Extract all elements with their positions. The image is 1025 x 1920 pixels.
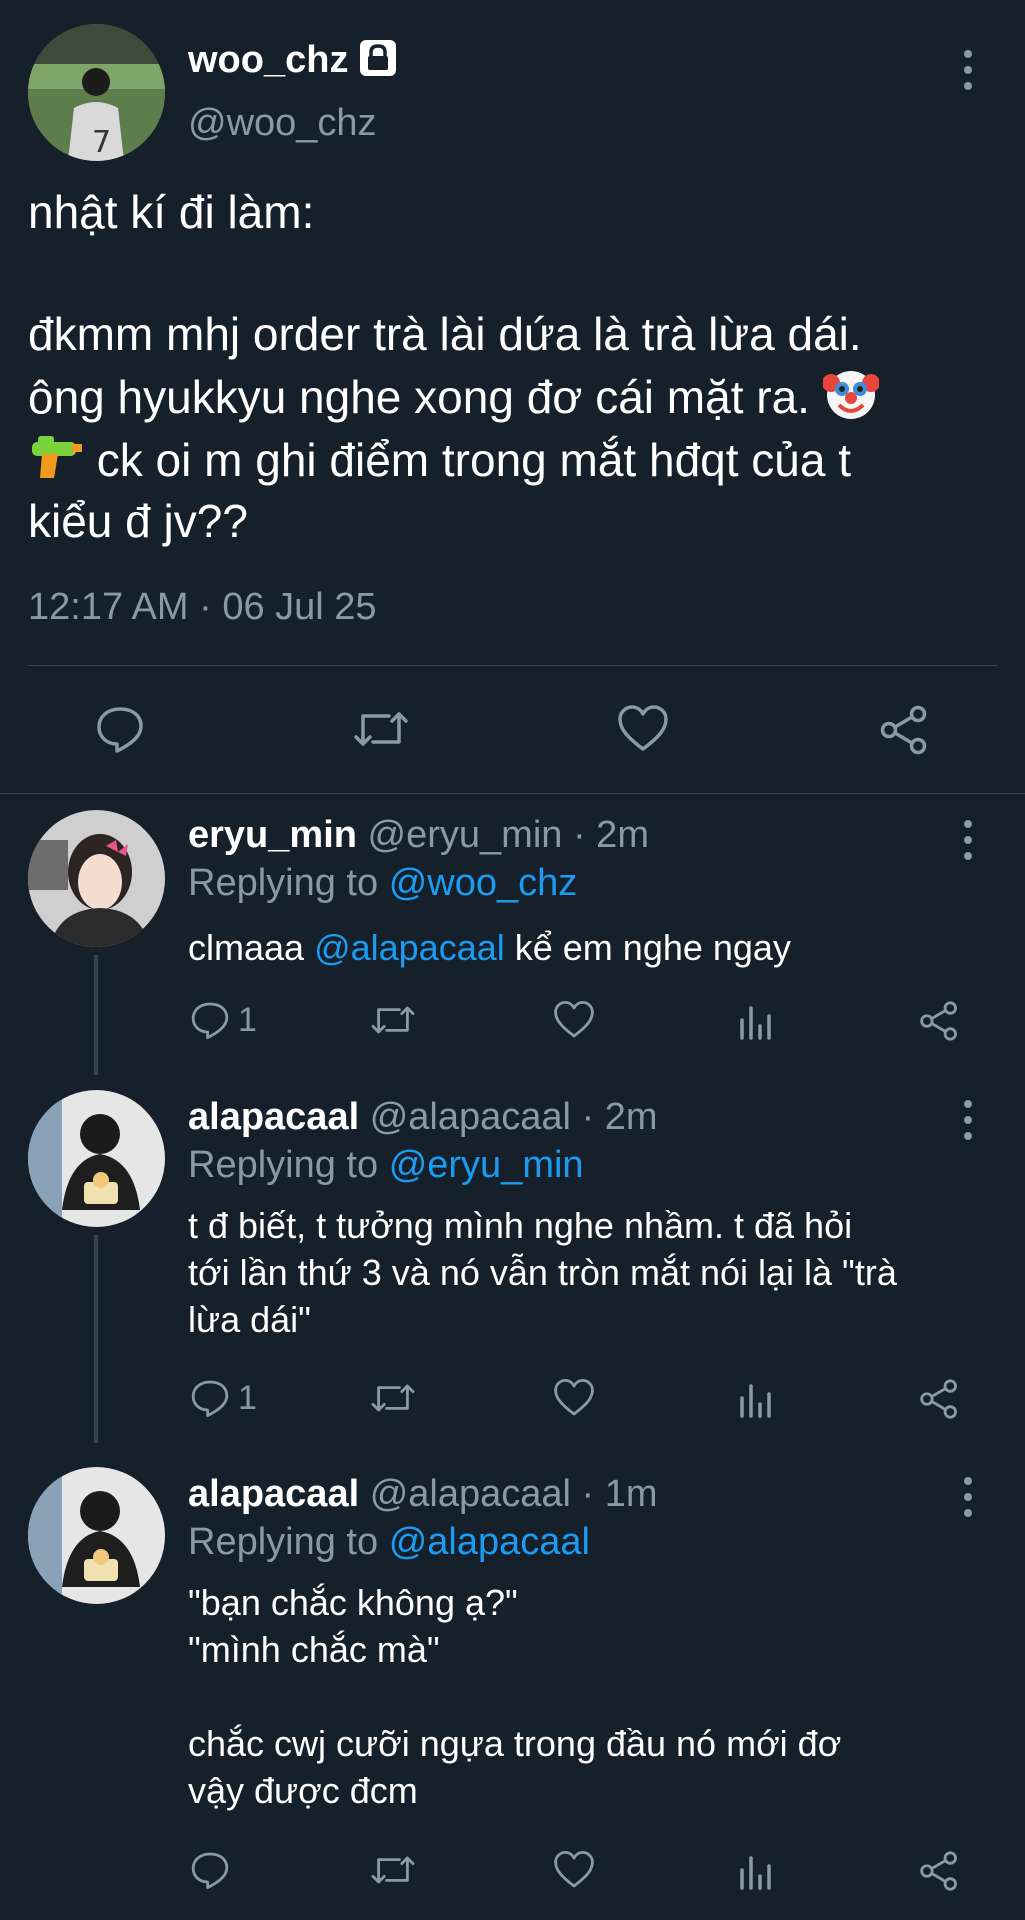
reply-text-line: clmaaa @alapacaal kể em nghe ngay [188, 924, 998, 971]
share-icon[interactable] [918, 1000, 960, 1042]
stats-icon[interactable] [738, 1850, 774, 1890]
reply-tweet[interactable]: alapacaal @alapacaal · 2m Replying to @e… [0, 1090, 1025, 1420]
replying-to-mention[interactable]: @eryu_min [389, 1144, 584, 1186]
retweet-icon[interactable] [353, 704, 409, 754]
reply-display-name[interactable]: alapacaal [188, 1096, 359, 1138]
reply-actions: 1 [0, 1378, 1025, 1428]
reply-header: eryu_min @eryu_min · 2m [188, 814, 649, 857]
reply-icon [191, 1380, 229, 1417]
reply-text-line: lừa dái" [188, 1299, 311, 1340]
tweet-text-segment: ông hyukkyu nghe xong đơ cái mặt ra. [28, 371, 810, 423]
tweet-text-line: ông hyukkyu nghe xong đơ cái mặt ra. [28, 365, 1003, 428]
reply-tweet[interactable]: eryu_min @eryu_min · 2m Replying to @woo… [0, 810, 1025, 1055]
author-handle[interactable]: @woo_chz [188, 102, 377, 145]
reply-time: · 2m [572, 814, 649, 856]
tweet-text-segment: ck oi m ghi điểm trong mắt hđqt của t [96, 434, 852, 486]
stats-icon[interactable] [738, 1378, 774, 1418]
replying-to: Replying to @woo_chz [188, 862, 577, 905]
reply-icon [191, 1002, 229, 1039]
more-vertical-icon[interactable] [958, 1100, 978, 1140]
divider [28, 665, 997, 666]
reply-text-line: t đ biết, t tưởng mình nghe nhầm. t đã h… [188, 1205, 853, 1246]
reply-time: · 2m [581, 1096, 658, 1138]
author-name-row: woo_chz [188, 38, 398, 83]
reply-icon[interactable] [95, 704, 145, 754]
reply-text-line: chắc cwj cưỡi ngựa trong đầu nó mới đơ [188, 1723, 842, 1764]
reply-actions: 1 [0, 1000, 1025, 1050]
share-icon[interactable] [918, 1850, 960, 1892]
author-display-name[interactable]: woo_chz [188, 39, 348, 82]
retweet-icon[interactable] [370, 1000, 416, 1040]
avatar[interactable] [28, 1090, 165, 1227]
reply-text-line: "bạn chắc không ạ?" [188, 1582, 518, 1623]
avatar-image [28, 1467, 165, 1604]
replying-to-prefix: Replying to [188, 862, 379, 904]
heart-icon[interactable] [553, 1378, 595, 1418]
avatar-image [28, 810, 165, 947]
avatar-image [28, 1090, 165, 1227]
replying-to-prefix: Replying to [188, 1144, 379, 1186]
mention-link[interactable]: @alapacaal [314, 927, 505, 968]
reply-text-line: vậy được đcm [188, 1770, 418, 1811]
reply-text-segment: kể em nghe ngay [514, 927, 791, 968]
tweet-text-line: ck oi m ghi điểm trong mắt hđqt của t [28, 428, 1003, 491]
retweet-icon[interactable] [370, 1378, 416, 1418]
reply-text-segment: clmaaa [188, 927, 305, 968]
reply-count: 1 [238, 1378, 257, 1417]
reply-time: · 1m [581, 1473, 658, 1515]
replying-to-mention[interactable]: @woo_chz [389, 862, 578, 904]
heart-icon[interactable] [553, 1850, 595, 1890]
reply-count: 1 [238, 1000, 257, 1039]
replying-to-mention[interactable]: @alapacaal [389, 1521, 590, 1563]
replying-to: Replying to @alapacaal [188, 1521, 590, 1564]
reply-text: t đ biết, t tưởng mình nghe nhầm. t đã h… [188, 1202, 998, 1343]
main-tweet: 7 woo_chz @woo_chz nhật kí đi làm: đkmm … [0, 0, 1025, 790]
tweet-actions [0, 700, 1025, 760]
reply-handle[interactable]: @alapacaal [370, 1473, 571, 1515]
heart-icon[interactable] [553, 1000, 595, 1040]
avatar[interactable] [28, 810, 165, 947]
tweet-text: nhật kí đi làm: đkmm mhj order trà lài d… [28, 182, 1003, 552]
more-vertical-icon[interactable] [958, 1477, 978, 1517]
heart-icon[interactable] [617, 704, 669, 754]
avatar[interactable] [28, 1467, 165, 1604]
reply-button[interactable]: 1 [190, 1378, 257, 1418]
tweet-timestamp[interactable]: 12:17 AM · 06 Jul 25 [28, 586, 377, 629]
clown-face-emoji [821, 365, 880, 421]
svg-text:7: 7 [92, 125, 111, 160]
reply-display-name[interactable]: alapacaal [188, 1473, 359, 1515]
retweet-icon[interactable] [370, 1850, 416, 1890]
reply-handle[interactable]: @alapacaal [370, 1096, 571, 1138]
share-icon[interactable] [878, 704, 930, 756]
water-pistol-emoji [28, 428, 84, 484]
tweet-text-line: nhật kí đi làm: [28, 186, 315, 238]
reply-icon[interactable] [190, 1850, 230, 1890]
reply-text-line: "mình chắc mà" [188, 1629, 440, 1670]
reply-display-name[interactable]: eryu_min [188, 814, 357, 856]
divider [0, 793, 1025, 794]
reply-text: clmaaa @alapacaal kể em nghe ngay [188, 924, 998, 971]
reply-text: "bạn chắc không ạ?" "mình chắc mà" chắc … [188, 1579, 998, 1814]
replying-to: Replying to @eryu_min [188, 1144, 584, 1187]
more-vertical-icon[interactable] [958, 50, 978, 90]
share-icon[interactable] [918, 1378, 960, 1420]
reply-actions [0, 1850, 1025, 1900]
lock-icon [358, 38, 398, 83]
reply-header: alapacaal @alapacaal · 2m [188, 1096, 658, 1139]
reply-button[interactable]: 1 [190, 1000, 257, 1040]
avatar[interactable]: 7 [28, 24, 165, 161]
reply-header: alapacaal @alapacaal · 1m [188, 1473, 658, 1516]
reply-handle[interactable]: @eryu_min [368, 814, 563, 856]
tweet-text-line: kiểu đ jv?? [28, 495, 248, 547]
tweet-text-line: đkmm mhj order trà lài dứa là trà lừa dá… [28, 308, 862, 360]
more-vertical-icon[interactable] [958, 820, 978, 860]
reply-tweet[interactable]: alapacaal @alapacaal · 1m Replying to @a… [0, 1467, 1025, 1907]
reply-text-line: tới lần thứ 3 và nó vẫn tròn mắt nói lại… [188, 1252, 897, 1293]
avatar-image: 7 [28, 24, 165, 161]
stats-icon[interactable] [738, 1000, 774, 1040]
replying-to-prefix: Replying to [188, 1521, 379, 1563]
